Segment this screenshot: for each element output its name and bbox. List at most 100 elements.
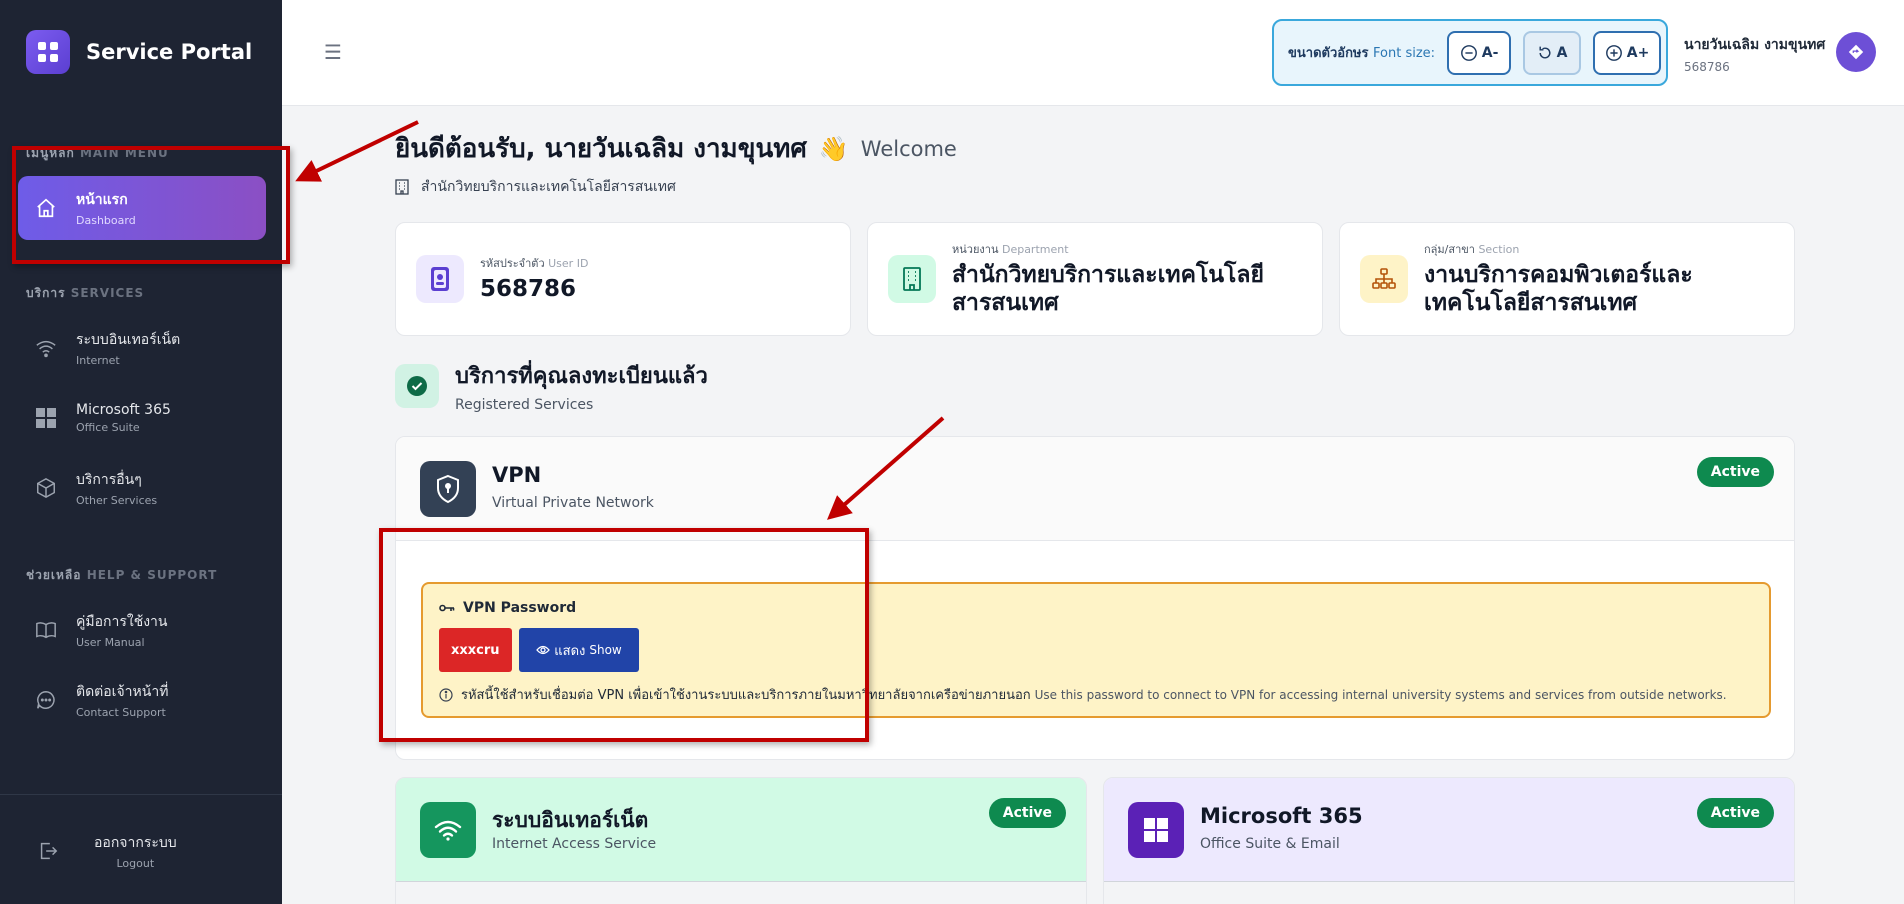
welcome-en: Welcome bbox=[860, 136, 957, 161]
internet-card-header: ระบบอินเทอร์เน็ต Internet Access Service… bbox=[396, 778, 1086, 882]
user-id-card: รหัสประจำตัว User ID 568786 bbox=[395, 222, 851, 336]
section-help: ช่วยเหลือ HELP & SUPPORT bbox=[26, 566, 217, 585]
building-icon bbox=[888, 255, 936, 303]
hamburger-menu-icon[interactable]: ☰ bbox=[324, 40, 342, 64]
info-label-th: รหัสประจำตัว bbox=[480, 257, 545, 271]
annotation-box-dashboard bbox=[12, 146, 290, 264]
logout-sub: Logout bbox=[116, 857, 155, 870]
book-icon bbox=[34, 618, 58, 642]
sidebar-item-other-services[interactable]: บริการอื่นๆ Other Services bbox=[18, 456, 266, 520]
nav-sub: Other Services bbox=[76, 494, 158, 507]
font-size-label-en: Font size: bbox=[1373, 46, 1436, 61]
diamond-arrow-icon bbox=[1848, 44, 1864, 60]
status-badge: Active bbox=[1696, 457, 1774, 487]
sidebar-item-user-manual[interactable]: คู่มือการใช้งาน User Manual bbox=[18, 598, 266, 662]
vpn-note-en: Use this password to connect to VPN for … bbox=[1034, 687, 1727, 702]
font-decrease-label: A- bbox=[1481, 44, 1499, 61]
welcome-title: ยินดีต้อนรับ, นายวันเฉลิม งามขุนทศ bbox=[395, 134, 807, 164]
check-circle-icon bbox=[395, 363, 439, 408]
department-card: หน่วยงาน Department สำนักวิทยบริการและเท… bbox=[867, 222, 1323, 336]
info-label-en: Department bbox=[1001, 243, 1069, 257]
font-increase-label: A+ bbox=[1626, 44, 1650, 61]
section-label-th: ช่วยเหลือ bbox=[26, 568, 82, 582]
section-services: บริการ SERVICES bbox=[26, 284, 144, 303]
info-label-th: หน่วยงาน bbox=[952, 243, 999, 257]
internet-service-card: ระบบอินเทอร์เน็ต Internet Access Service… bbox=[395, 777, 1087, 904]
nav-sub: Internet bbox=[76, 354, 120, 367]
section-card: กลุ่ม/สาขา Section งานบริการคอมพิวเตอร์แ… bbox=[1339, 222, 1795, 336]
logout-icon bbox=[36, 839, 60, 863]
user-name: นายวันเฉลิม งามขุนทศ bbox=[1684, 37, 1826, 53]
info-label-th: กลุ่ม/สาขา bbox=[1424, 243, 1475, 257]
user-info[interactable]: นายวันเฉลิม งามขุนทศ 568786 bbox=[1684, 34, 1825, 74]
info-value: 568786 bbox=[480, 276, 577, 303]
info-label-en: Section bbox=[1478, 243, 1520, 257]
sidebar-item-internet[interactable]: ระบบอินเทอร์เน็ต Internet bbox=[18, 316, 266, 380]
sidebar: Service Portal เมนูหลัก MAIN MENU หน้าแร… bbox=[0, 0, 282, 904]
info-value: สำนักวิทยบริการและเทคโนโลยีสารสนเทศ bbox=[952, 262, 1264, 316]
building-icon bbox=[395, 179, 409, 195]
registered-services-heading: บริการที่คุณลงทะเบียนแล้ว Registered Ser… bbox=[395, 358, 708, 413]
microsoft-365-title: Microsoft 365 bbox=[1200, 804, 1363, 828]
section-label-en: HELP & SUPPORT bbox=[86, 568, 218, 582]
status-badge: Active bbox=[988, 798, 1066, 828]
font-increase-button[interactable]: A+ bbox=[1593, 30, 1662, 75]
nav-sub: Office Suite bbox=[76, 421, 140, 434]
nav-label: Microsoft 365 bbox=[76, 402, 171, 418]
font-decrease-button[interactable]: A- bbox=[1447, 30, 1512, 75]
reset-icon bbox=[1539, 46, 1551, 58]
info-label-en: User ID bbox=[548, 257, 589, 271]
microsoft-365-subtitle: Office Suite & Email bbox=[1200, 836, 1340, 852]
section-label-en: SERVICES bbox=[70, 286, 145, 300]
logout-label: ออกจากระบบ bbox=[94, 835, 177, 851]
status-badge: Active bbox=[1696, 798, 1774, 828]
welcome-heading: ยินดีต้อนรับ, นายวันเฉลิม งามขุนทศ 👋 Wel… bbox=[395, 128, 957, 169]
id-badge-icon bbox=[416, 255, 464, 303]
font-size-label: ขนาดตัวอักษร Font size: bbox=[1288, 42, 1435, 63]
sidebar-divider bbox=[0, 794, 282, 795]
nav-sub: User Manual bbox=[76, 636, 145, 649]
font-size-control: ขนาดตัวอักษร Font size: A- A A+ bbox=[1272, 19, 1668, 86]
internet-title: ระบบอินเทอร์เน็ต bbox=[492, 808, 649, 832]
font-reset-label: A bbox=[1556, 44, 1568, 61]
vpn-card-header: VPN Virtual Private Network Active bbox=[396, 437, 1794, 541]
brand[interactable]: Service Portal bbox=[26, 30, 252, 74]
section-label-th: บริการ bbox=[26, 286, 66, 300]
sidebar-item-microsoft-365[interactable]: Microsoft 365 Office Suite bbox=[18, 386, 266, 450]
organization-line: สำนักวิทยบริการและเทคโนโลยีสารสนเทศ bbox=[395, 176, 676, 198]
sidebar-item-contact-support[interactable]: ติดต่อเจ้าหน้าที่ Contact Support bbox=[18, 668, 266, 732]
logout-button[interactable]: ออกจากระบบ Logout bbox=[36, 832, 177, 870]
org-chart-icon bbox=[1360, 255, 1408, 303]
organization-name: สำนักวิทยบริการและเทคโนโลยีสารสนเทศ bbox=[421, 179, 676, 195]
user-id: 568786 bbox=[1684, 60, 1730, 74]
windows-icon bbox=[34, 406, 58, 430]
font-size-label-th: ขนาดตัวอักษร bbox=[1288, 46, 1369, 61]
wave-icon: 👋 bbox=[818, 134, 849, 163]
info-label: กลุ่ม/สาขา Section bbox=[1424, 240, 1764, 258]
nav-label: บริการอื่นๆ bbox=[76, 472, 142, 488]
nav-label: คู่มือการใช้งาน bbox=[76, 614, 168, 630]
nav-label: ระบบอินเทอร์เน็ต bbox=[76, 332, 181, 348]
chat-icon bbox=[34, 688, 58, 712]
topbar: ☰ ขนาดตัวอักษร Font size: A- A A+ นายวัน… bbox=[282, 0, 1904, 106]
microsoft-365-service-card: Microsoft 365 Office Suite & Email Activ… bbox=[1103, 777, 1795, 904]
nav-label: ติดต่อเจ้าหน้าที่ bbox=[76, 684, 169, 700]
avatar[interactable] bbox=[1836, 32, 1876, 72]
microsoft-365-card-header: Microsoft 365 Office Suite & Email Activ… bbox=[1104, 778, 1794, 882]
info-label: รหัสประจำตัว User ID bbox=[480, 254, 588, 272]
nav-sub: Contact Support bbox=[76, 706, 166, 719]
box-icon bbox=[34, 476, 58, 500]
annotation-box-vpn-password bbox=[379, 528, 869, 742]
grid-logo-icon bbox=[26, 30, 70, 74]
info-value: งานบริการคอมพิวเตอร์และเทคโนโลยีสารสนเทศ bbox=[1424, 262, 1693, 316]
shield-icon bbox=[420, 461, 476, 517]
plus-circle-icon bbox=[1605, 44, 1622, 61]
internet-subtitle: Internet Access Service bbox=[492, 836, 657, 852]
info-label: หน่วยงาน Department bbox=[952, 240, 1292, 258]
vpn-title: VPN bbox=[492, 463, 542, 487]
registered-sub: Registered Services bbox=[455, 397, 594, 413]
minus-circle-icon bbox=[1460, 44, 1477, 61]
font-reset-button[interactable]: A bbox=[1523, 30, 1582, 75]
vpn-subtitle: Virtual Private Network bbox=[492, 495, 654, 511]
wifi-icon bbox=[34, 336, 58, 360]
